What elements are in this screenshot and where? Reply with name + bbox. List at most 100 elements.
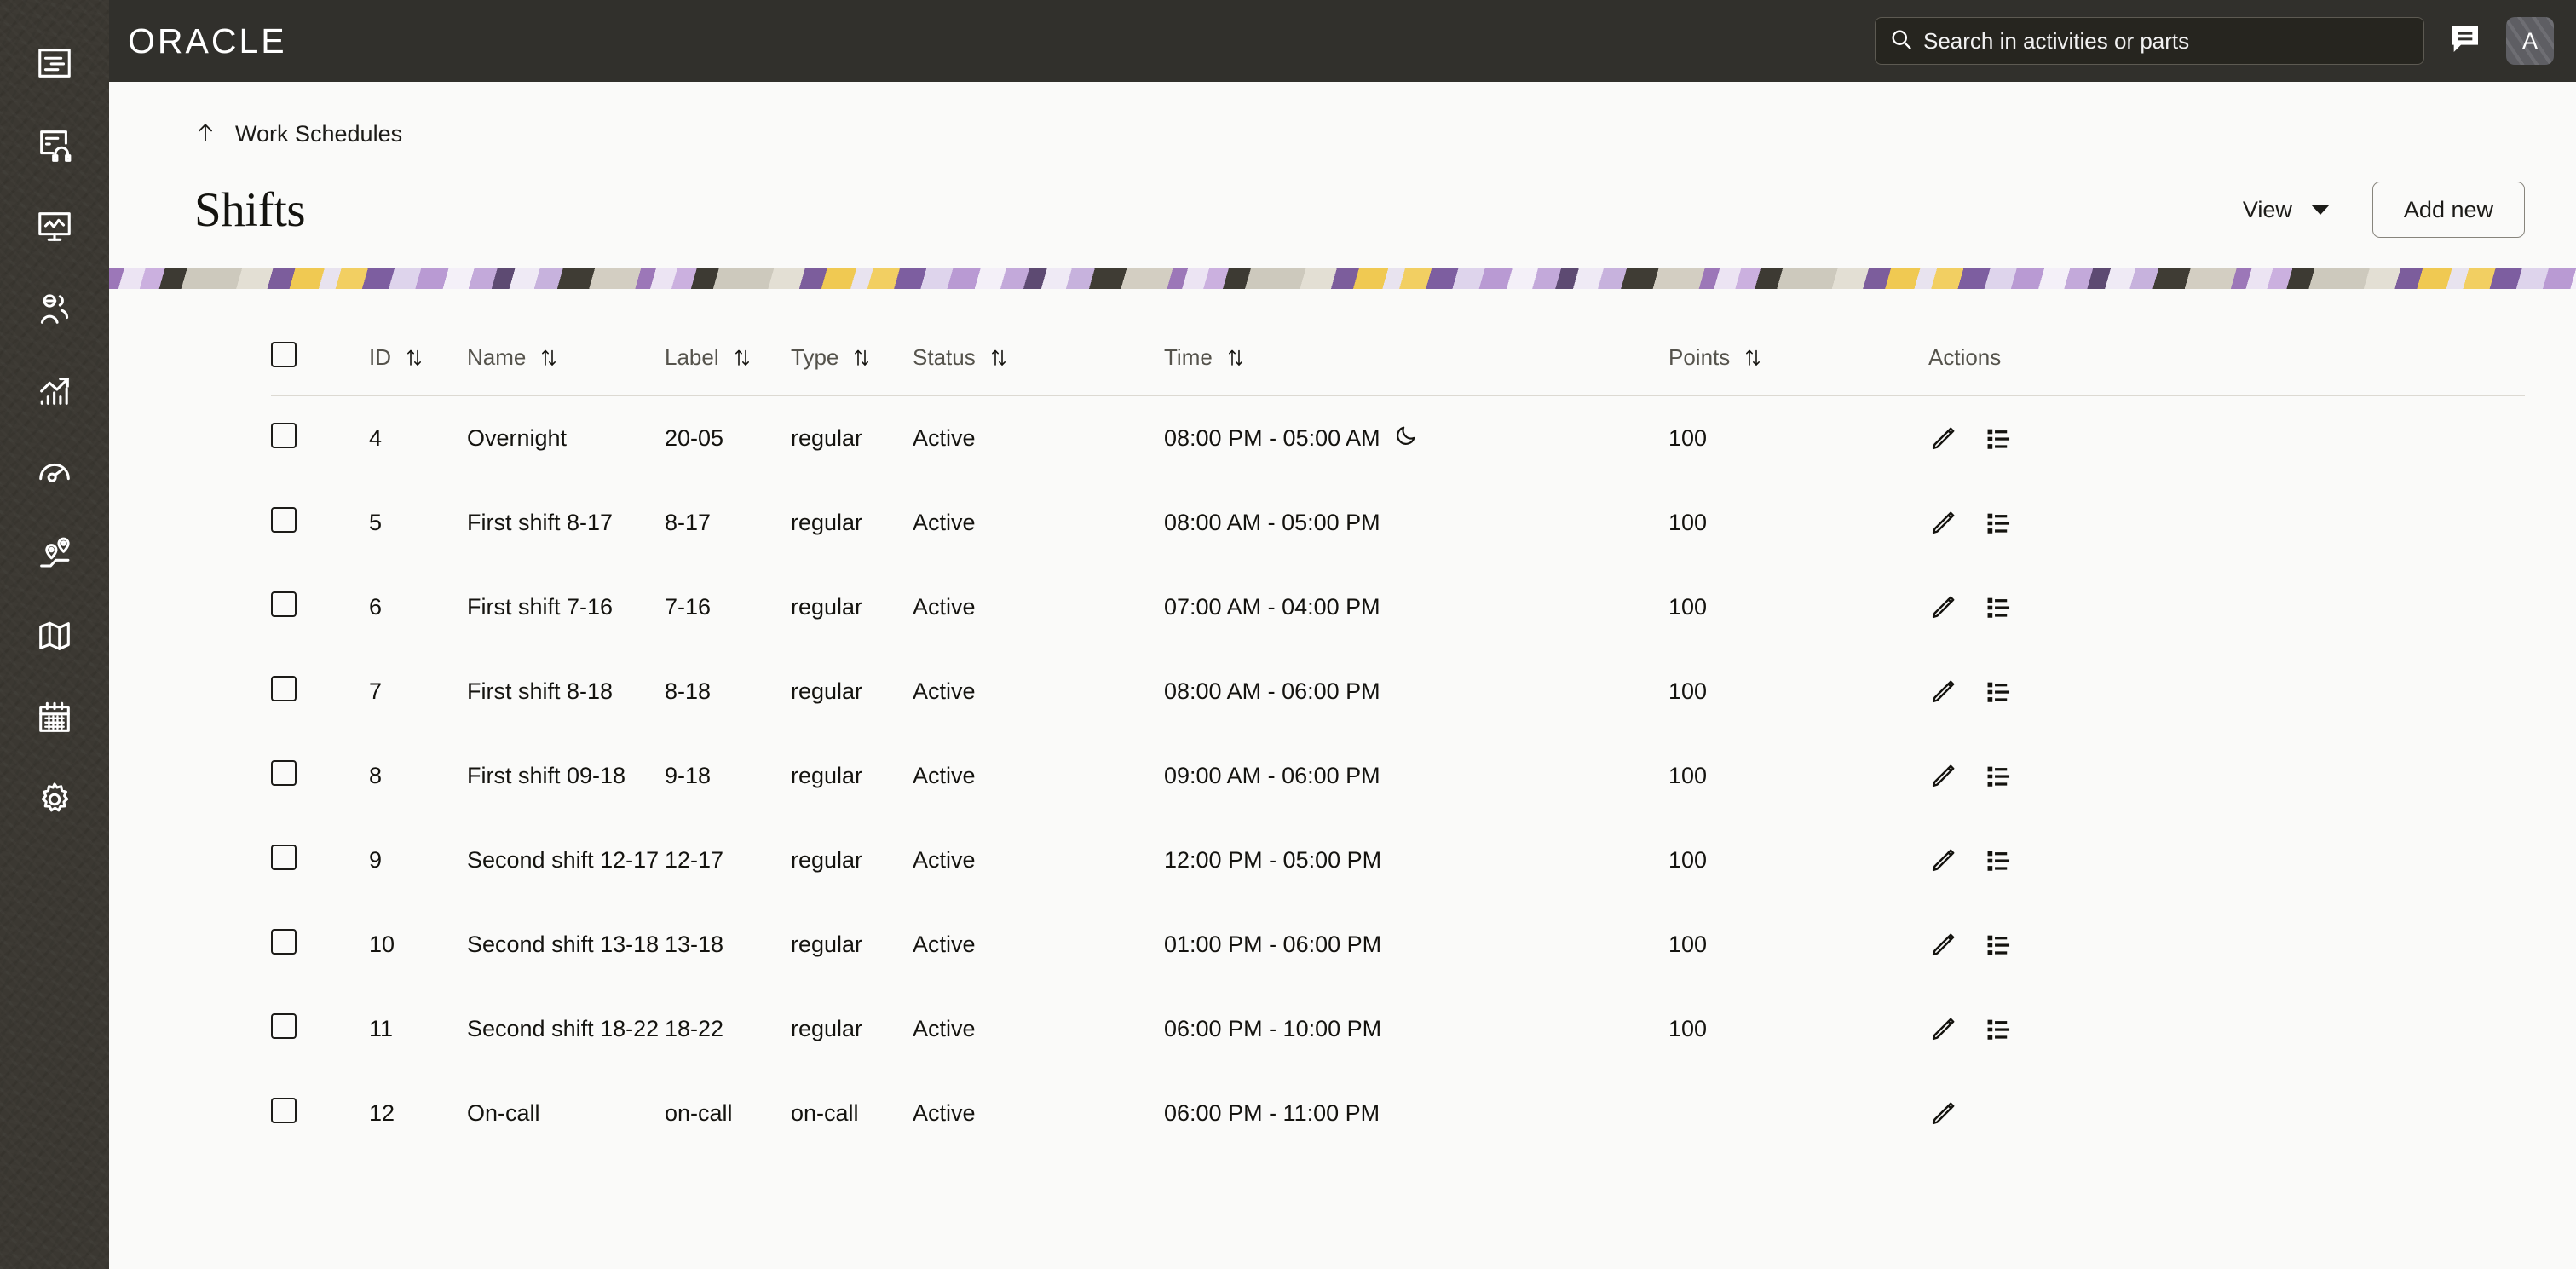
main-sidebar — [0, 0, 109, 1269]
list-detail-icon[interactable] — [1985, 593, 2014, 622]
row-checkbox[interactable] — [271, 676, 297, 701]
edit-pencil-icon[interactable] — [1928, 1099, 1957, 1128]
time-text: 08:00 AM - 05:00 PM — [1164, 510, 1380, 535]
cell-type: regular — [791, 594, 863, 620]
row-select-cell — [271, 903, 369, 987]
sidebar-item-performance[interactable] — [0, 431, 109, 513]
sidebar-nav-list — [0, 22, 109, 840]
cell-actions — [1928, 1071, 2525, 1156]
edit-pencil-icon[interactable] — [1928, 424, 1957, 453]
select-all-checkbox[interactable] — [271, 342, 297, 367]
table-row[interactable]: 11 Second shift 18-22 18-22 regular Active 06… — [271, 987, 2525, 1071]
list-detail-icon[interactable] — [1985, 509, 2014, 538]
list-detail-icon[interactable] — [1985, 762, 2014, 791]
global-search-box[interactable] — [1875, 17, 2424, 65]
column-header-type[interactable]: Type — [791, 289, 913, 396]
user-avatar[interactable]: A — [2506, 17, 2554, 65]
table-row[interactable]: 9 Second shift 12-17 12-17 regular Active 12:… — [271, 818, 2525, 903]
sidebar-item-resources[interactable] — [0, 268, 109, 349]
edit-pencil-icon[interactable] — [1928, 1015, 1957, 1044]
row-checkbox[interactable] — [271, 845, 297, 870]
cell-type: regular — [791, 763, 863, 788]
cell-actions — [1928, 903, 2525, 987]
sort-toggle-icon[interactable] — [732, 347, 752, 369]
column-header-status[interactable]: Status — [913, 289, 1164, 396]
column-header-label[interactable]: Label — [665, 289, 791, 396]
shifts-table: ID Name Label Type Status Time Points Ac… — [271, 289, 2525, 1156]
cell-type: regular — [791, 932, 863, 957]
edit-pencil-icon[interactable] — [1928, 762, 1957, 791]
cell-points: 100 — [1668, 763, 1708, 788]
sidebar-item-routing[interactable] — [0, 513, 109, 595]
sort-toggle-icon[interactable] — [1743, 347, 1763, 369]
list-detail-icon[interactable] — [1985, 846, 2014, 875]
row-select-cell — [271, 396, 369, 482]
cell-time: 07:00 AM - 04:00 PM — [1164, 565, 1668, 649]
row-checkbox[interactable] — [271, 760, 297, 786]
sort-toggle-icon[interactable] — [988, 347, 1009, 369]
edit-pencil-icon[interactable] — [1928, 593, 1957, 622]
sidebar-item-map[interactable] — [0, 595, 109, 677]
column-header-time[interactable]: Time — [1164, 289, 1668, 396]
table-row[interactable]: 6 First shift 7-16 7-16 regular Active 07:00 … — [271, 565, 2525, 649]
list-detail-icon[interactable] — [1985, 1015, 2014, 1044]
cell-id: 4 — [369, 425, 383, 451]
table-row[interactable]: 7 First shift 8-18 8-18 regular Active 08:00 … — [271, 649, 2525, 734]
time-text: 06:00 PM - 10:00 PM — [1164, 1016, 1382, 1041]
view-dropdown-label: View — [2242, 196, 2292, 222]
list-detail-icon[interactable] — [1985, 678, 2014, 707]
table-row[interactable]: 12 On-call on-call on-call Active 06:00 PM - … — [271, 1071, 2525, 1156]
list-detail-icon[interactable] — [1985, 424, 2014, 453]
column-header-checkbox — [271, 289, 369, 396]
list-detail-icon[interactable] — [1985, 931, 2014, 960]
sort-toggle-icon[interactable] — [851, 347, 872, 369]
cell-actions — [1928, 987, 2525, 1071]
row-checkbox[interactable] — [271, 507, 297, 533]
view-dropdown[interactable]: View — [2243, 197, 2330, 223]
column-header-label: Type — [791, 344, 839, 370]
cell-type: regular — [791, 678, 863, 704]
row-checkbox[interactable] — [271, 929, 297, 955]
edit-pencil-icon[interactable] — [1928, 931, 1957, 960]
sidebar-item-analytics[interactable] — [0, 349, 109, 431]
table-row[interactable]: 10 Second shift 13-18 13-18 regular Active 01… — [271, 903, 2525, 987]
cell-name: On-call — [467, 1100, 540, 1126]
table-row[interactable]: 8 First shift 09-18 9-18 regular Active 09:00… — [271, 734, 2525, 818]
edit-pencil-icon[interactable] — [1928, 846, 1957, 875]
column-header-points[interactable]: Points — [1668, 289, 1928, 396]
row-checkbox[interactable] — [271, 1013, 297, 1039]
cell-status: Active — [913, 1100, 976, 1126]
breadcrumb[interactable]: Work Schedules — [194, 119, 402, 149]
row-checkbox[interactable] — [271, 591, 297, 617]
search-input[interactable] — [1923, 27, 2410, 55]
calendar-icon — [35, 698, 74, 737]
table-row[interactable]: 4 Overnight 20-05 regular Active 08:00 PM - 0… — [271, 396, 2525, 482]
column-header-id[interactable]: ID — [369, 289, 467, 396]
cell-time: 01:00 PM - 06:00 PM — [1164, 903, 1668, 987]
users-icon — [35, 289, 74, 328]
messages-button[interactable] — [2443, 19, 2487, 63]
sidebar-item-configuration[interactable] — [0, 759, 109, 840]
avatar-initial: A — [2521, 27, 2538, 54]
cell-actions — [1928, 734, 2525, 818]
sidebar-item-calendar[interactable] — [0, 677, 109, 759]
table-row[interactable]: 5 First shift 8-17 8-17 regular Active 08:00 … — [271, 481, 2525, 565]
sidebar-item-dashboard[interactable] — [0, 22, 109, 104]
app-root: ORACLE Search in activities or parts A W… — [0, 0, 2576, 1269]
sidebar-item-support[interactable] — [0, 104, 109, 186]
edit-pencil-icon[interactable] — [1928, 678, 1957, 707]
cell-points: 100 — [1668, 510, 1708, 535]
sidebar-item-monitor[interactable] — [0, 186, 109, 268]
oracle-logo: ORACLE — [128, 20, 287, 61]
row-select-cell — [271, 481, 369, 565]
sort-toggle-icon[interactable] — [539, 347, 559, 369]
row-checkbox[interactable] — [271, 423, 297, 448]
cell-type: regular — [791, 847, 863, 873]
sort-toggle-icon[interactable] — [404, 347, 424, 369]
edit-pencil-icon[interactable] — [1928, 509, 1957, 538]
row-checkbox[interactable] — [271, 1098, 297, 1123]
column-header-name[interactable]: Name — [467, 289, 665, 396]
add-new-button[interactable]: Add new — [2371, 182, 2525, 238]
sort-toggle-icon[interactable] — [1225, 347, 1246, 369]
cell-points: 100 — [1668, 847, 1708, 873]
